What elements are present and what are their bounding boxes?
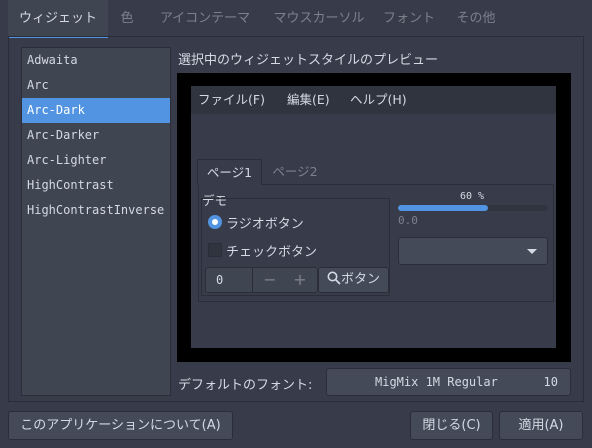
- tab-mouse-cursor[interactable]: マウスカーソル: [264, 0, 374, 38]
- theme-item-arc-lighter[interactable]: Arc-Lighter: [22, 148, 170, 173]
- spin-value[interactable]: 0: [216, 268, 223, 292]
- tab-page2[interactable]: ページ2: [265, 159, 325, 185]
- check-button[interactable]: [208, 243, 222, 257]
- theme-item-arc-darker[interactable]: Arc-Darker: [22, 123, 170, 148]
- menu-help[interactable]: ヘルプ(H): [350, 86, 407, 114]
- font-label: デフォルトのフォント:: [178, 378, 313, 393]
- theme-item-adwaita[interactable]: Adwaita: [22, 48, 170, 73]
- tab-widget[interactable]: ウィジェット: [8, 0, 108, 38]
- tab-color[interactable]: 色: [108, 0, 146, 38]
- radio-label[interactable]: ラジオボタン: [226, 213, 304, 232]
- spin-separator: [252, 268, 253, 292]
- search-icon: [327, 271, 341, 285]
- font-name: MigMix 1M Regular: [375, 375, 498, 389]
- spin-plus-button[interactable]: +: [284, 268, 316, 292]
- theme-list[interactable]: Adwaita Arc Arc-Dark Arc-Darker Arc-Ligh…: [21, 47, 171, 396]
- check-label[interactable]: チェックボタン: [226, 241, 317, 260]
- progress-text: 60 %: [460, 191, 485, 202]
- menu-edit[interactable]: 編集(E): [287, 86, 330, 114]
- about-button[interactable]: このアプリケーションについて(A): [8, 411, 233, 440]
- progress-fill: [398, 205, 488, 211]
- spin-button[interactable]: 0 − +: [205, 267, 318, 293]
- radio-button[interactable]: [208, 215, 222, 229]
- preview-menubar: ファイル(F) 編集(E) ヘルプ(H): [191, 86, 556, 114]
- scale-value: 0.0: [398, 214, 418, 227]
- progress-bar: [398, 205, 548, 211]
- theme-item-arc-dark[interactable]: Arc-Dark: [22, 98, 170, 123]
- theme-item-arc[interactable]: Arc: [22, 73, 170, 98]
- apply-button[interactable]: 適用(A): [499, 411, 583, 440]
- spin-minus-button[interactable]: −: [254, 268, 286, 292]
- tab-other[interactable]: その他: [444, 0, 508, 38]
- tab-font[interactable]: フォント: [374, 0, 444, 38]
- theme-item-highcontrast[interactable]: HighContrast: [22, 173, 170, 198]
- font-button[interactable]: MigMix 1M Regular 10: [326, 368, 571, 396]
- preview-window: ファイル(F) 編集(E) ヘルプ(H) ページ1 ページ2 デモ ラジオボタン…: [191, 86, 556, 348]
- theme-item-highcontrastinverse[interactable]: HighContrastInverse: [22, 198, 170, 223]
- combo-box[interactable]: [398, 237, 548, 265]
- search-button[interactable]: ボタン: [318, 267, 389, 293]
- chevron-down-icon: [527, 249, 537, 254]
- search-button-label: ボタン: [340, 272, 380, 287]
- font-size: 10: [543, 375, 558, 389]
- menu-file[interactable]: ファイル(F): [198, 86, 265, 114]
- preview-title: 選択中のウィジェットスタイルのプレビュー: [178, 53, 439, 68]
- close-button[interactable]: 閉じる(C): [410, 411, 493, 440]
- tab-icon-theme[interactable]: アイコンテーマ: [146, 0, 264, 38]
- tab-page1[interactable]: ページ1: [197, 159, 262, 185]
